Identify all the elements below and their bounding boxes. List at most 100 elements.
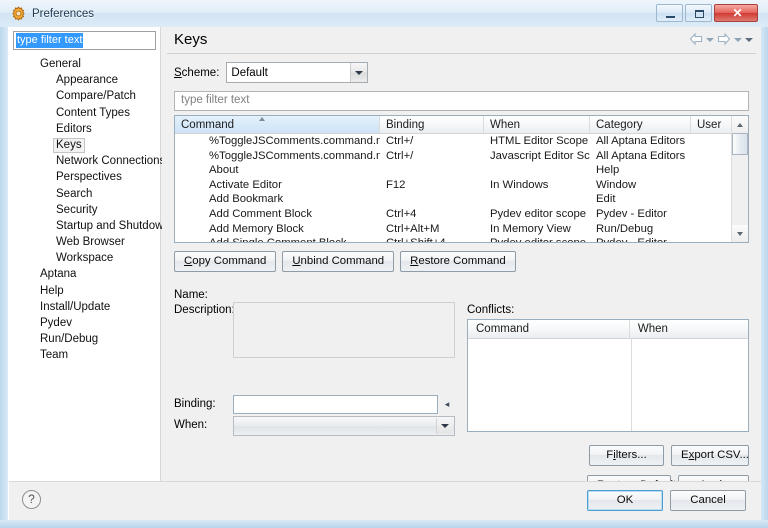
- sidebar-item-aptana[interactable]: Aptana: [9, 266, 160, 282]
- gear-icon: [11, 6, 26, 21]
- cell-binding: [380, 192, 484, 207]
- keys-preference-page: Keys Scheme: Default type filter text Co…: [162, 27, 761, 496]
- scroll-down-button[interactable]: [732, 225, 748, 242]
- dialog-client-area: type filter text General Appearance Compar…: [8, 27, 761, 520]
- cell-user: [691, 178, 735, 193]
- sidebar-item-content-types[interactable]: Content Types: [9, 105, 160, 121]
- sidebar-item-label: Appearance: [56, 74, 119, 87]
- cell-binding: Ctrl+/: [386, 135, 414, 147]
- sidebar-item-editors[interactable]: Editors: [9, 121, 160, 137]
- forward-arrow-icon[interactable]: [717, 33, 731, 46]
- close-button[interactable]: ✕: [714, 4, 758, 22]
- table-row[interactable]: Add Memory Block Ctrl+Alt+M In Memory View…: [175, 222, 748, 237]
- cell-user: [691, 163, 735, 178]
- table-row[interactable]: Add Bookmark Edit: [175, 192, 748, 207]
- unbind-command-button[interactable]: Unbind Command: [282, 251, 395, 272]
- chevron-down-icon: [436, 418, 453, 434]
- sidebar-item-team[interactable]: Team: [9, 347, 160, 363]
- back-arrow-icon[interactable]: [689, 33, 703, 46]
- column-header-label: Category: [596, 119, 643, 131]
- forward-dropdown-icon[interactable]: [734, 37, 742, 42]
- when-label: When:: [174, 419, 208, 431]
- cell-when: [484, 192, 590, 207]
- sidebar-item-help[interactable]: Help: [9, 283, 160, 299]
- cell-when: Pydev editor scope: [484, 236, 590, 242]
- sidebar-item-label: Workspace: [56, 252, 114, 265]
- key-bindings-table: Command Binding When Category User %ToggleJS…: [174, 115, 749, 243]
- sidebar-item-run-debug[interactable]: Run/Debug: [9, 331, 160, 347]
- conflicts-column-header-when[interactable]: When: [630, 320, 748, 338]
- close-icon: ✕: [732, 6, 743, 20]
- minimize-button[interactable]: [656, 4, 683, 22]
- chevron-down-icon: [350, 63, 368, 82]
- copy-command-button[interactable]: Copy Command: [174, 251, 277, 272]
- sidebar-item-general[interactable]: General: [9, 56, 160, 72]
- table-row[interactable]: Activate Editor F12 In Windows Window: [175, 178, 748, 193]
- window-controls: ✕: [656, 4, 758, 22]
- cell-binding: F12: [386, 178, 406, 191]
- help-icon[interactable]: ?: [22, 490, 41, 509]
- column-header-category[interactable]: Category: [590, 116, 691, 133]
- tree-filter-input[interactable]: type filter text: [13, 31, 156, 50]
- table-row[interactable]: Add Single Comment BlockCtrl+Shift+4Pyde…: [175, 236, 748, 242]
- sidebar-item-keys[interactable]: Keys: [9, 137, 160, 153]
- table-row[interactable]: %ToggleJSComments.command.nan Ctrl+/ Javas…: [175, 149, 748, 164]
- export-csv-button[interactable]: Export CSV...: [671, 445, 749, 466]
- name-label: Name:: [174, 289, 208, 301]
- ok-button[interactable]: OK: [587, 490, 663, 511]
- cell-when: Pydev editor scope: [490, 207, 587, 220]
- restore-command-button[interactable]: Restore Command: [400, 251, 516, 272]
- cell-user: [691, 149, 735, 164]
- maximize-button[interactable]: [685, 4, 712, 22]
- sidebar-item-search[interactable]: Search: [9, 186, 160, 202]
- column-header-command[interactable]: Command: [175, 116, 380, 133]
- keys-filter-input[interactable]: type filter text: [174, 91, 749, 111]
- sidebar-item-security[interactable]: Security: [9, 202, 160, 218]
- sidebar-item-network-connections[interactable]: Network Connections: [9, 153, 165, 169]
- cell-binding: Ctrl+/: [386, 149, 414, 162]
- cell-binding: [380, 163, 484, 178]
- sidebar-item-startup-and-shutdown[interactable]: Startup and Shutdown: [9, 218, 170, 234]
- back-dropdown-icon[interactable]: [706, 37, 714, 42]
- cell-user: [691, 236, 735, 242]
- cancel-button[interactable]: Cancel: [670, 490, 746, 511]
- table-row[interactable]: About Help: [175, 163, 748, 178]
- cell-category: Window: [596, 178, 637, 191]
- cell-when: [484, 163, 590, 178]
- table-row[interactable]: Add Comment Block Ctrl+4 Pydev editor scop…: [175, 207, 748, 222]
- sidebar-item-compare-patch[interactable]: Compare/Patch: [9, 88, 160, 104]
- scrollbar-thumb[interactable]: [732, 133, 748, 155]
- column-header-binding[interactable]: Binding: [380, 116, 484, 133]
- column-header-user[interactable]: User: [691, 116, 735, 133]
- dialog-button-bar: ? OK Cancel: [9, 482, 761, 520]
- filters-button[interactable]: Filters...: [589, 445, 664, 466]
- sidebar-item-pydev[interactable]: Pydev: [9, 315, 160, 331]
- key-table-scrollbar[interactable]: [731, 116, 748, 242]
- view-menu-icon[interactable]: [745, 37, 753, 42]
- conflicts-column-header-command[interactable]: Command: [468, 320, 630, 338]
- sidebar-item-perspectives[interactable]: Perspectives: [9, 169, 160, 185]
- column-header-when[interactable]: When: [484, 116, 590, 133]
- sidebar-item-appearance[interactable]: Appearance: [9, 72, 160, 88]
- sidebar-item-workspace[interactable]: Workspace: [9, 250, 160, 266]
- binding-picker-icon[interactable]: ◂: [439, 395, 455, 414]
- description-field: [233, 302, 455, 358]
- title-bar[interactable]: Preferences ✕: [0, 0, 768, 27]
- cell-when: In Windows: [490, 178, 549, 191]
- scheme-select[interactable]: Default: [226, 62, 369, 83]
- cell-binding: Ctrl+Alt+M: [386, 222, 440, 235]
- table-row[interactable]: %ToggleJSComments.command.nan Ctrl+/ HTML …: [175, 134, 748, 149]
- column-header-label: User: [697, 119, 722, 131]
- binding-input[interactable]: [233, 395, 438, 414]
- sidebar-item-label: Keys: [53, 137, 85, 153]
- cell-category: Pydev - Editor: [596, 207, 667, 220]
- column-header-label: When: [490, 119, 521, 131]
- sidebar-item-install-update[interactable]: Install/Update: [9, 299, 160, 315]
- scroll-up-button[interactable]: [732, 116, 748, 133]
- when-select[interactable]: [233, 416, 455, 436]
- tree-filter-value: type filter text: [16, 33, 84, 48]
- cell-category: All Aptana Editors: [596, 149, 686, 162]
- sidebar-item-web-browser[interactable]: Web Browser: [9, 234, 160, 250]
- cell-category: Edit: [596, 193, 616, 206]
- page-title: Keys: [174, 31, 208, 48]
